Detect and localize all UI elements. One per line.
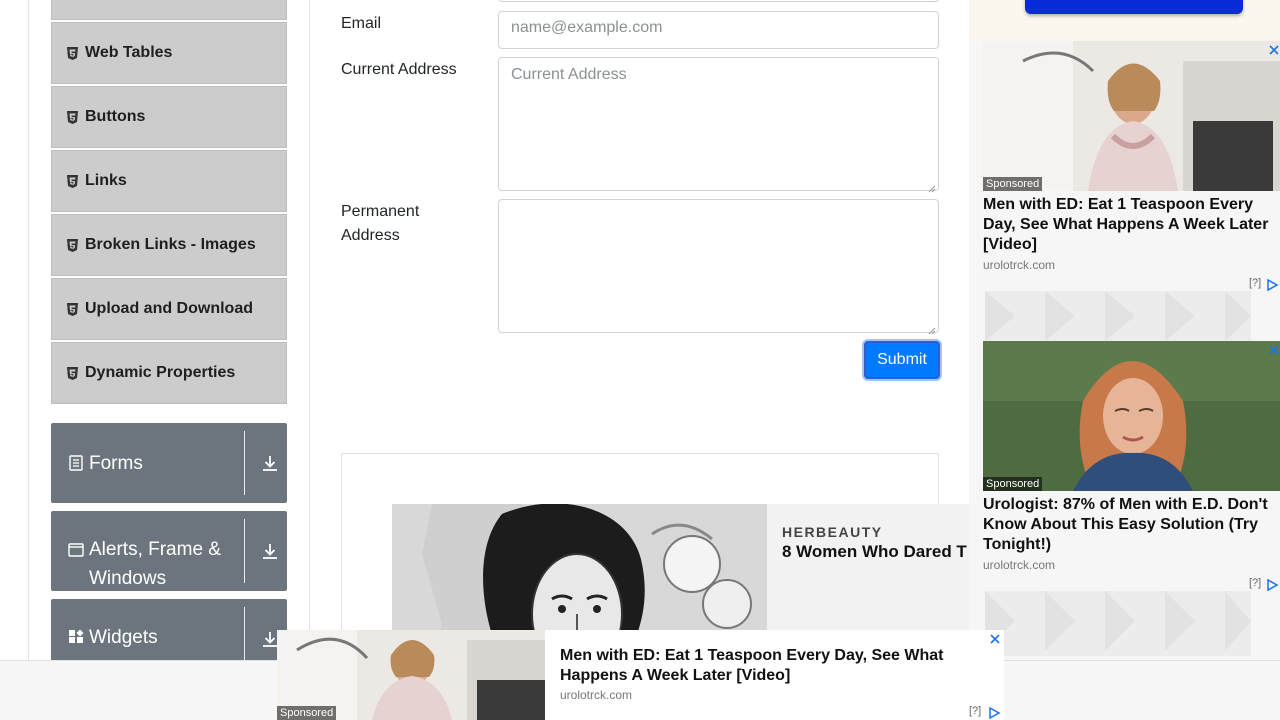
bottom-ad[interactable]: Sponsored Men with ED: Eat 1 Teaspoon Ev…: [277, 630, 1004, 720]
menu-item-label: Dynamic Properties: [85, 364, 236, 381]
menu-item-broken-links[interactable]: Broken Links - Images: [51, 214, 287, 276]
ad-title[interactable]: Men with ED: Eat 1 Teaspoon Every Day, S…: [983, 195, 1280, 255]
group-alerts-frame-windows[interactable]: Alerts, Frame & Windows: [51, 511, 287, 591]
ad-brand: HERBEAUTY: [782, 524, 883, 540]
ad-card-1[interactable]: Sponsored Men with ED: Eat 1 Teaspoon Ev…: [983, 41, 1280, 272]
ad-photo[interactable]: Sponsored: [277, 630, 545, 720]
divider: [244, 519, 245, 583]
group-label: Forms: [89, 452, 143, 474]
current-address-field[interactable]: Current Address: [498, 57, 939, 193]
ad-domain[interactable]: urolotrck.com: [983, 258, 1280, 272]
html5-icon: [66, 302, 78, 316]
ad-photo[interactable]: Sponsored: [983, 41, 1280, 191]
sponsored-label: Sponsored: [983, 177, 1043, 191]
current-address-label: Current Address: [341, 61, 457, 78]
html5-icon: [66, 366, 78, 380]
page: Web Tables Buttons Links Broken Links - …: [0, 0, 1280, 720]
close-icon[interactable]: [1268, 343, 1280, 355]
permanent-address-label: Permanent Address: [341, 203, 420, 244]
group-forms[interactable]: Forms: [51, 423, 287, 503]
current-address-placeholder: Current Address: [511, 66, 627, 83]
ad-pattern-block: [985, 291, 1251, 341]
menu-item-label: Broken Links - Images: [85, 236, 256, 253]
ad-domain[interactable]: urolotrck.com: [983, 558, 1280, 572]
email-placeholder: name@example.com: [511, 19, 663, 36]
email-field[interactable]: name@example.com: [498, 11, 939, 49]
sponsored-label: Sponsored: [983, 477, 1043, 491]
adchoice-label[interactable]: [?]: [1249, 577, 1261, 589]
ad-card-2[interactable]: Sponsored Urologist: 87% of Men with E.D…: [983, 341, 1280, 572]
download-icon[interactable]: [261, 454, 279, 472]
ad-domain[interactable]: urolotrck.com: [560, 688, 632, 702]
html5-icon: [66, 238, 78, 252]
left-sidebar: Web Tables Buttons Links Broken Links - …: [28, 0, 310, 720]
submit-button[interactable]: Submit: [864, 341, 940, 379]
previous-input-edge[interactable]: [498, 0, 939, 2]
menu-item-buttons[interactable]: Buttons: [51, 86, 287, 148]
download-icon[interactable]: [261, 542, 279, 560]
adchoices-icon[interactable]: [989, 706, 1001, 720]
resize-handle-icon[interactable]: [928, 322, 936, 335]
adchoices-icon[interactable]: [1267, 578, 1279, 596]
sponsored-label: Sponsored: [277, 706, 337, 720]
ad-photo[interactable]: Sponsored: [983, 341, 1280, 491]
ad-pattern-block: [985, 591, 1251, 656]
menu-item-previous[interactable]: [51, 0, 287, 20]
right-ad-column: Sponsored Men with ED: Eat 1 Teaspoon Ev…: [969, 0, 1280, 660]
ad-title[interactable]: 8 Women Who Dared T: [782, 542, 967, 562]
menu-item-web-tables[interactable]: Web Tables: [51, 22, 287, 84]
adchoice-label[interactable]: [?]: [1249, 277, 1261, 289]
permanent-address-field[interactable]: [498, 199, 939, 335]
elements-menu-list: Web Tables Buttons Links Broken Links - …: [51, 0, 287, 406]
html5-icon: [66, 110, 78, 124]
html5-icon: [66, 174, 78, 188]
menu-item-label: Buttons: [85, 108, 146, 125]
email-label: Email: [341, 15, 382, 32]
resize-handle-icon[interactable]: [928, 180, 936, 193]
menu-item-upload-download[interactable]: Upload and Download: [51, 278, 287, 340]
group-label: Widgets: [89, 627, 158, 648]
ad-cta-button[interactable]: [1025, 0, 1243, 14]
ad-title[interactable]: Urologist: 87% of Men with E.D. Don't Kn…: [983, 495, 1280, 555]
ad-title[interactable]: Men with ED: Eat 1 Teaspoon Every Day, S…: [560, 646, 980, 686]
menu-item-links[interactable]: Links: [51, 150, 287, 212]
menu-item-label: Links: [85, 172, 127, 189]
adchoices-icon[interactable]: [1267, 278, 1279, 296]
divider: [244, 431, 245, 495]
html5-icon: [66, 46, 78, 60]
menu-item-dynamic-properties[interactable]: Dynamic Properties: [51, 342, 287, 404]
close-icon[interactable]: [1268, 43, 1280, 55]
form-icon: [68, 455, 84, 471]
menu-item-label: Web Tables: [85, 44, 173, 61]
close-icon[interactable]: [989, 632, 1001, 650]
window-icon: [68, 542, 84, 558]
adchoice-label[interactable]: [?]: [969, 705, 981, 717]
widgets-icon: [68, 629, 84, 645]
group-label: Alerts, Frame & Windows: [89, 539, 221, 589]
menu-item-label: Upload and Download: [85, 300, 253, 317]
